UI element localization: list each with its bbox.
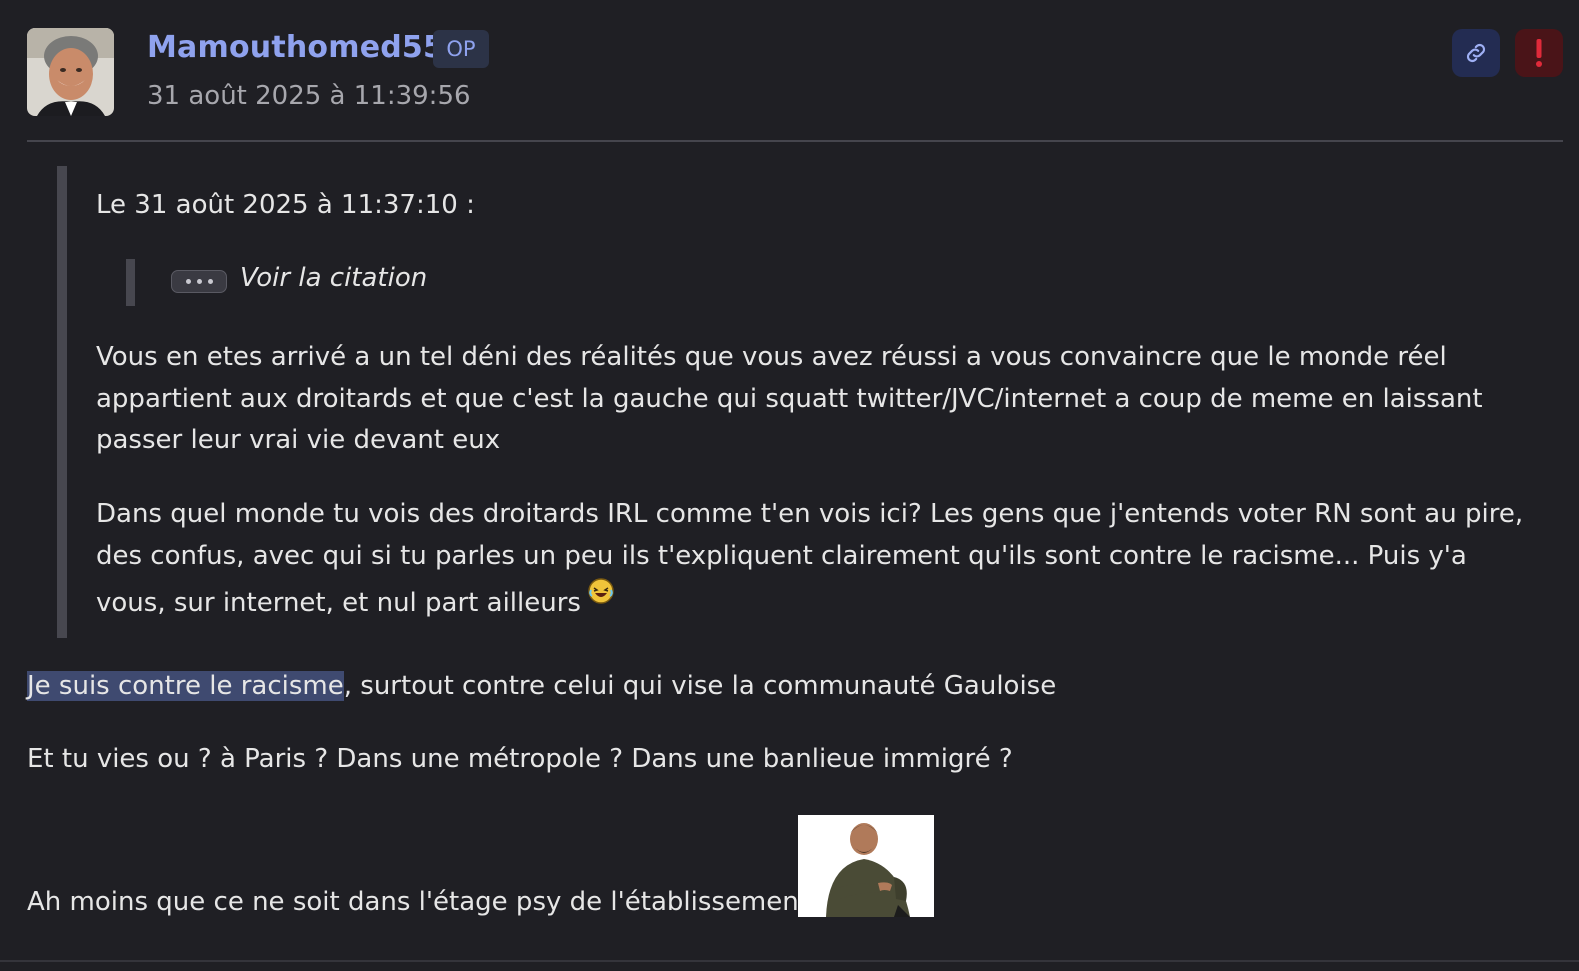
quote-paragraph-text: Dans quel monde tu vois des droitards IR… bbox=[96, 499, 1524, 618]
laughing-emoji-icon bbox=[588, 578, 614, 604]
dot bbox=[196, 279, 202, 284]
avatar[interactable] bbox=[27, 28, 114, 116]
dot bbox=[185, 279, 191, 284]
pointing-man-sticker bbox=[798, 815, 934, 917]
quote-paragraph: Dans quel monde tu vois des droitards IR… bbox=[96, 494, 1536, 625]
post-text-line: Je suis contre le racisme, surtout contr… bbox=[27, 671, 1056, 701]
quote-header: Le 31 août 2025 à 11:37:10 : bbox=[96, 190, 475, 220]
nested-quote: Voir la citation bbox=[126, 259, 535, 306]
forum-post: Mamouthomed55 OP 31 août 2025 à 11:39:56… bbox=[0, 0, 1579, 971]
sticker-image[interactable] bbox=[798, 815, 934, 917]
post-bottom-divider bbox=[0, 960, 1579, 962]
exclamation-icon bbox=[1536, 39, 1542, 67]
post-text-line: Et tu vies ou ? à Paris ? Dans une métro… bbox=[27, 744, 1013, 774]
header-divider bbox=[27, 140, 1563, 142]
expand-quote-button[interactable] bbox=[171, 270, 227, 293]
dot bbox=[207, 279, 213, 284]
link-icon bbox=[1466, 43, 1486, 63]
post-text: , surtout contre celui qui vise la commu… bbox=[343, 671, 1057, 701]
avatar-portrait-image bbox=[27, 28, 114, 116]
copy-link-button[interactable] bbox=[1452, 29, 1500, 77]
post-timestamp[interactable]: 31 août 2025 à 11:39:56 bbox=[147, 81, 471, 111]
post-text-line: Ah moins que ce ne soit dans l'étage psy… bbox=[27, 887, 809, 917]
report-button[interactable] bbox=[1515, 29, 1563, 77]
view-quote-link[interactable]: Voir la citation bbox=[240, 263, 427, 293]
op-badge: OP bbox=[433, 30, 489, 68]
selected-text: Je suis contre le racisme bbox=[27, 671, 344, 701]
username[interactable]: Mamouthomed55 bbox=[147, 30, 444, 65]
quote-paragraph: Vous en etes arrivé a un tel déni des ré… bbox=[96, 342, 1483, 455]
quote-block: Le 31 août 2025 à 11:37:10 : Voir la cit… bbox=[57, 166, 1537, 638]
